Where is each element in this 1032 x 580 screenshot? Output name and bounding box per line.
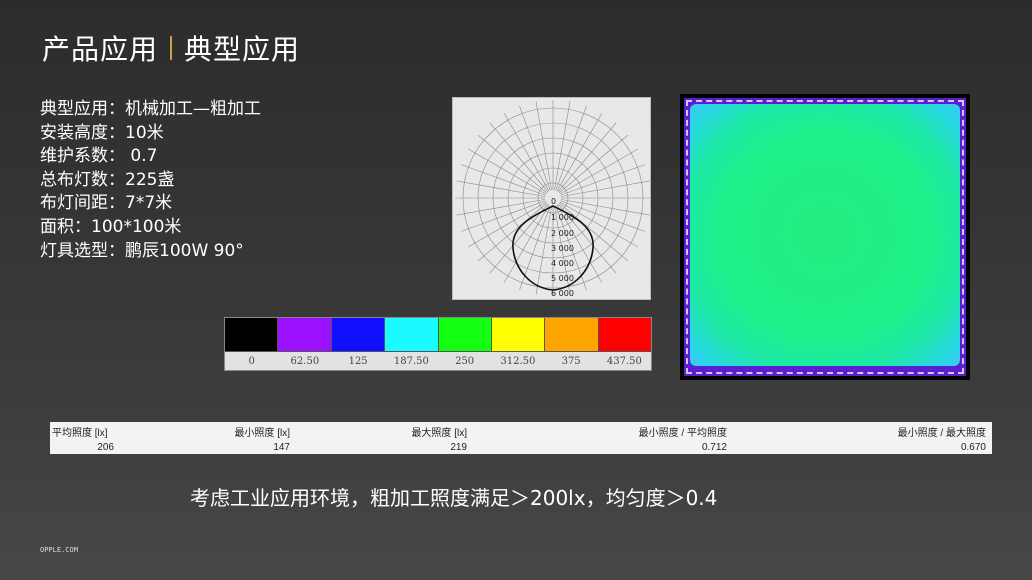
stat-value: 0.670: [960, 442, 986, 453]
polar-light-distribution-diagram: 0 1 000 2 000 3 000 4 000 5 000 6 000: [452, 97, 651, 300]
scale-labels: 0 62.50 125 187.50 250 312.50 375 437.50: [225, 352, 651, 370]
spec-fixture-count: 总布灯数：225盏: [40, 169, 175, 190]
illuminance-stats-table: 平均照度 [lx] 206 最小照度 [lx] 147 最大照度 [lx] 21…: [50, 422, 992, 454]
color-swatch: [491, 318, 546, 351]
scale-label: 62.50: [290, 355, 320, 367]
stat-header: 平均照度 [lx]: [52, 428, 108, 439]
stat-min-avg: 最小照度 / 平均照度 0.712: [625, 424, 727, 453]
polar-label: 1 000: [551, 213, 574, 222]
stat-min: 最小照度 [lx] 147: [228, 424, 290, 453]
spec-mount-height: 安装高度：10米: [40, 122, 164, 143]
footer-brand: OPPLE.COM: [40, 546, 78, 554]
scale-label: 312.50: [500, 355, 536, 367]
polar-label: 4 000: [551, 259, 574, 268]
polar-grid: 0 1 000 2 000 3 000 4 000 5 000 6 000: [455, 100, 651, 298]
scale-label: 187.50: [393, 355, 429, 367]
stat-header: 最大照度 [lx]: [411, 428, 467, 439]
stat-value: 206: [97, 442, 114, 453]
color-swatch: [278, 318, 332, 351]
spec-spacing: 布灯间距：7*7米: [40, 193, 173, 214]
color-swatch: [385, 318, 439, 351]
heatmap-dashed-outline: [686, 100, 964, 374]
section-title: 产品应用: [42, 33, 159, 66]
scale-label: 375: [561, 355, 581, 367]
stat-header: 最小照度 / 最大照度: [897, 428, 986, 439]
title-divider: [170, 36, 173, 60]
scale-label: 437.50: [606, 355, 642, 367]
polar-label: 5 000: [551, 274, 574, 283]
section-subtitle: 典型应用: [184, 33, 301, 66]
page-title: 产品应用 典型应用: [42, 28, 300, 68]
conclusion-text: 考虑工业应用环境，粗加工照度满足＞200lx，均匀度＞0.4: [190, 486, 718, 510]
spec-area: 面积：100*100米: [40, 216, 182, 237]
polar-label: 3 000: [551, 244, 574, 253]
stat-value: 219: [450, 442, 467, 453]
polar-label: 0: [551, 197, 556, 206]
color-swatch: [545, 318, 599, 351]
color-swatches: [225, 318, 651, 352]
spec-application: 典型应用：机械加工—粗加工: [40, 99, 261, 119]
stat-value: 0.712: [701, 442, 727, 453]
spec-fixture-model: 灯具选型：鹏辰100W 90°: [40, 240, 244, 261]
scale-label: 0: [248, 355, 255, 367]
stat-min-max: 最小照度 / 最大照度 0.670: [884, 424, 986, 453]
color-swatch: [438, 318, 492, 351]
spec-maintenance-factor: 维护系数： 0.7: [40, 146, 158, 167]
illuminance-heatmap: [680, 94, 970, 380]
stat-header: 最小照度 / 平均照度: [638, 428, 727, 439]
scale-label: 250: [455, 355, 475, 367]
scale-label: 125: [348, 355, 368, 367]
stat-value: 147: [273, 442, 290, 453]
spec-list: 典型应用：机械加工—粗加工 安装高度：10米 维护系数： 0.7 总布灯数：22…: [40, 98, 261, 263]
stat-max: 最大照度 [lx] 219: [405, 424, 467, 453]
color-swatch: [331, 318, 386, 351]
polar-label: 2 000: [551, 229, 574, 238]
stat-average: 平均照度 [lx] 206: [52, 424, 114, 453]
polar-label: 6 000: [551, 289, 574, 298]
illuminance-color-scale: 0 62.50 125 187.50 250 312.50 375 437.50: [224, 317, 652, 371]
stat-header: 最小照度 [lx]: [234, 428, 290, 439]
color-swatch: [225, 318, 279, 351]
color-swatch: [598, 318, 651, 351]
